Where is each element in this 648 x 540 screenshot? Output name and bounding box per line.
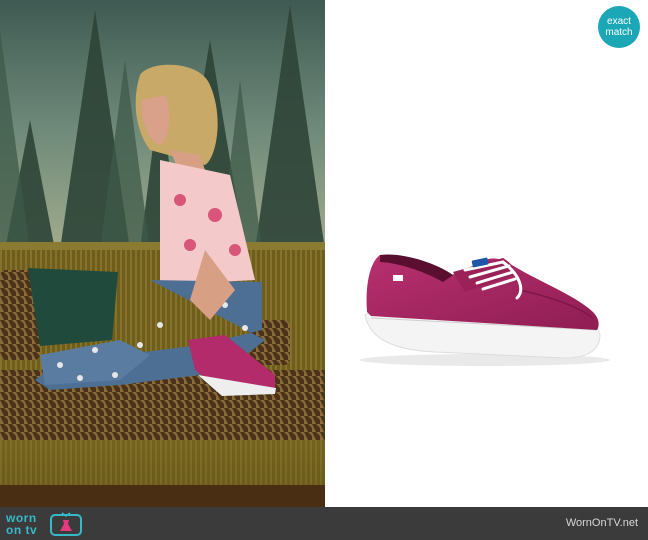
product-panel [325,0,648,507]
logo-word-bottom: on tv [6,523,38,537]
footer-bar: worn on tv WornOnTV.net [0,507,648,540]
sneaker-image [360,254,610,366]
exact-match-badge: exact match [598,6,640,48]
scene-photo [0,0,325,507]
badge-line-1: exact [607,16,631,27]
wornontv-logo[interactable]: worn on tv [6,510,88,537]
site-name[interactable]: WornOnTV.net [566,517,638,529]
badge-line-2: match [605,27,633,38]
tv-dress-icon [50,512,82,536]
